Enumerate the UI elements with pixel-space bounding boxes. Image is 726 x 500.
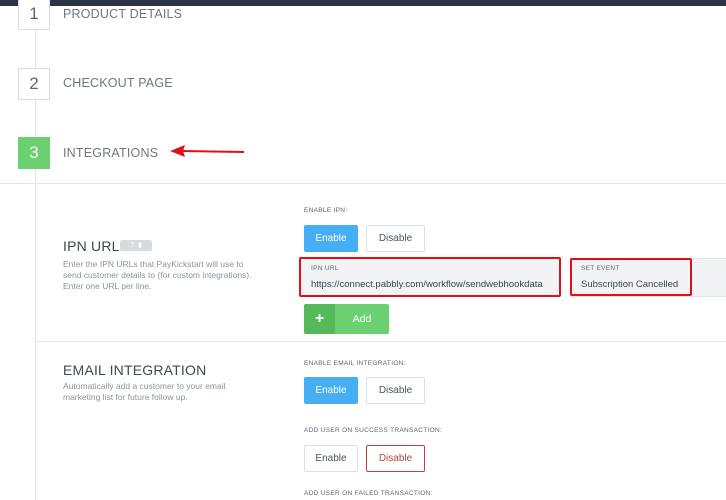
step-3-title[interactable]: INTEGRATIONS — [63, 146, 158, 160]
plus-icon: + — [304, 304, 335, 334]
help-badge[interactable]: ? ▮ — [120, 240, 152, 251]
ipn-disable-button[interactable]: Disable — [366, 225, 425, 252]
ipn-enable-button[interactable]: Enable — [304, 225, 358, 252]
section-divider — [35, 341, 726, 342]
ipn-description-line: send customer details to (for custom int… — [63, 270, 252, 280]
step-2-number[interactable]: 2 — [18, 68, 50, 100]
email-enable-button[interactable]: Enable — [304, 377, 358, 404]
email-integration-title: EMAIL INTEGRATION — [63, 362, 207, 378]
email-description-line: Automatically add a customer to your ema… — [63, 381, 226, 391]
email-description-line: marketing list for future follow up. — [63, 392, 188, 402]
ipn-url-title: IPN URL — [63, 238, 120, 254]
top-bar — [0, 0, 726, 6]
success-transaction-label: ADD USER ON SUCCESS TRANSACTION: — [304, 427, 443, 434]
step-1-title[interactable]: PRODUCT DETAILS — [63, 7, 182, 21]
enable-email-label: ENABLE EMAIL INTEGRATION: — [304, 360, 406, 367]
step-1-number[interactable]: 1 — [18, 0, 50, 30]
step-2-title[interactable]: CHECKOUT PAGE — [63, 76, 173, 90]
red-arrow-annotation — [170, 145, 245, 157]
section-divider — [0, 183, 726, 184]
add-ipn-button-label: Add — [352, 313, 372, 325]
add-ipn-button[interactable]: + Add — [304, 304, 389, 334]
ipn-description-line: Enter the IPN URLs that PayKickstart wil… — [63, 259, 244, 269]
ipn-url-highlight — [299, 257, 561, 297]
email-disable-button[interactable]: Disable — [366, 377, 425, 404]
failed-transaction-label: ADD USER ON FAILED TRANSACTION: — [304, 490, 433, 497]
set-event-highlight — [570, 258, 692, 296]
enable-ipn-label: ENABLE IPN: — [304, 207, 348, 214]
question-icon: ? — [130, 242, 135, 249]
ipn-description-line: Enter one URL per line. — [63, 281, 152, 291]
email-description: Automatically add a customer to your ema… — [63, 381, 226, 403]
step-3-number[interactable]: 3 — [18, 137, 50, 169]
success-disable-button[interactable]: Disable — [366, 445, 425, 472]
chat-icon: ▮ — [138, 242, 142, 249]
success-enable-button[interactable]: Enable — [304, 445, 358, 472]
ipn-description: Enter the IPN URLs that PayKickstart wil… — [63, 259, 252, 292]
